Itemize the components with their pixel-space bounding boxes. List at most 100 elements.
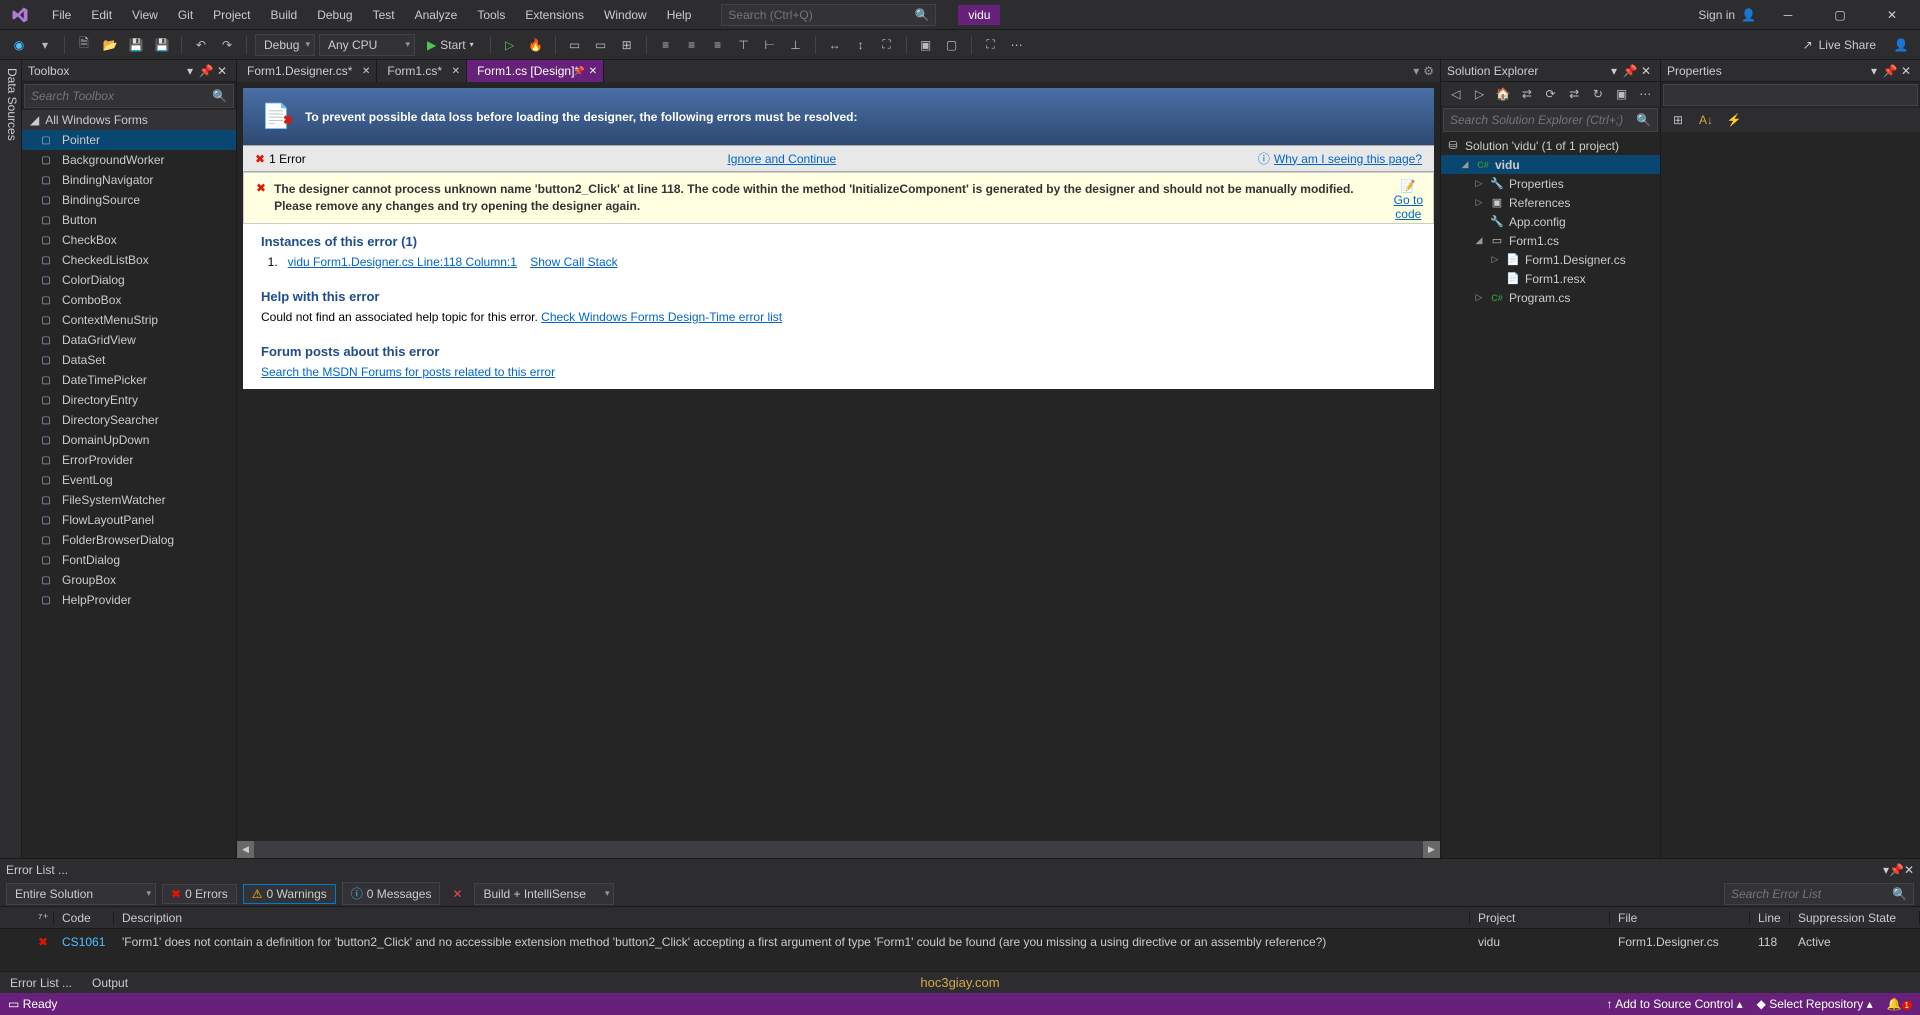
toolbox-item[interactable]: ▢Button — [22, 210, 236, 230]
toolbox-item[interactable]: ▢DataGridView — [22, 330, 236, 350]
repo-button[interactable]: ◆ Select Repository ▴ — [1757, 997, 1873, 1011]
events-icon[interactable]: ⚡ — [1723, 109, 1745, 131]
panel-close-icon[interactable]: ✕ — [1898, 64, 1914, 78]
categorized-icon[interactable]: ⊞ — [1667, 109, 1689, 131]
toolbox-item[interactable]: ▢DirectorySearcher — [22, 410, 236, 430]
scroll-left-icon[interactable]: ◀ — [237, 841, 254, 858]
menu-project[interactable]: Project — [203, 4, 260, 26]
horizontal-scrollbar[interactable]: ◀ ▶ — [237, 841, 1440, 858]
bring-front-icon[interactable]: ▣ — [915, 34, 937, 56]
hspace-icon[interactable]: ↔ — [824, 34, 846, 56]
liveshare-user-icon[interactable]: 👤 — [1890, 34, 1912, 56]
col-code[interactable]: Code — [54, 911, 114, 925]
toolbox-item[interactable]: ▢Pointer — [22, 130, 236, 150]
toolbox-item[interactable]: ▢HelpProvider — [22, 590, 236, 610]
goto-code-link[interactable]: 📝 Go tocode — [1394, 179, 1423, 221]
new-project-icon[interactable]: 🗎 — [73, 34, 95, 56]
toolbox-item[interactable]: ▢FlowLayoutPanel — [22, 510, 236, 530]
undo-icon[interactable]: ↶ — [190, 34, 212, 56]
tree-project-node[interactable]: ◢C#vidu — [1441, 155, 1660, 174]
instance-link[interactable]: vidu Form1.Designer.cs Line:118 Column:1 — [288, 255, 517, 269]
forum-link[interactable]: Search the MSDN Forums for posts related… — [261, 365, 555, 379]
tree-item[interactable]: 🔧App.config — [1441, 212, 1660, 231]
layout-icon-3[interactable]: ⊞ — [616, 34, 638, 56]
build-intellisense-combo[interactable]: Build + IntelliSense — [474, 883, 614, 905]
panel-dropdown-icon[interactable]: ▾ — [182, 64, 198, 78]
toolbox-item[interactable]: ▢ComboBox — [22, 290, 236, 310]
layout-icon-2[interactable]: ▭ — [590, 34, 612, 56]
start-button[interactable]: ▶ Start ▾ — [419, 34, 482, 56]
menu-help[interactable]: Help — [657, 4, 702, 26]
toolbox-item[interactable]: ▢DateTimePicker — [22, 370, 236, 390]
toolbox-item[interactable]: ▢DomainUpDown — [22, 430, 236, 450]
scroll-right-icon[interactable]: ▶ — [1423, 841, 1440, 858]
pin-icon[interactable]: 📌 — [1889, 863, 1904, 877]
errors-filter[interactable]: ✖0 Errors — [162, 884, 237, 904]
tab-output[interactable]: Output — [82, 974, 138, 992]
col-description[interactable]: Description — [114, 911, 1470, 925]
error-code[interactable]: CS1061 — [54, 933, 114, 951]
menu-window[interactable]: Window — [594, 4, 657, 26]
menu-build[interactable]: Build — [261, 4, 308, 26]
why-link[interactable]: Why am I seeing this page? — [1274, 152, 1422, 166]
nav-back-icon[interactable]: ◉ — [8, 34, 30, 56]
align-bot-icon[interactable]: ⊥ — [785, 34, 807, 56]
panel-close-icon[interactable]: ✕ — [1904, 863, 1914, 877]
switch-icon[interactable]: ⇄ — [1518, 83, 1536, 105]
error-row[interactable]: ✖ CS1061 'Form1' does not contain a defi… — [0, 929, 1920, 955]
toolbox-item[interactable]: ▢EventLog — [22, 470, 236, 490]
toolbox-item[interactable]: ▢CheckedListBox — [22, 250, 236, 270]
col-line[interactable]: Line — [1750, 911, 1790, 925]
menu-test[interactable]: Test — [363, 4, 405, 26]
nav-fwd-icon[interactable]: ▾ — [34, 34, 56, 56]
tab-errorlist[interactable]: Error List ... — [0, 974, 82, 992]
back-icon[interactable]: ◁ — [1447, 83, 1465, 105]
pin-icon[interactable]: 📌 — [1882, 64, 1898, 78]
notifications-icon[interactable]: 🔔1 — [1887, 997, 1912, 1011]
properties-object-combo[interactable] — [1663, 84, 1918, 106]
toolbox-item[interactable]: ▢FolderBrowserDialog — [22, 530, 236, 550]
toolbox-search-input[interactable] — [31, 89, 212, 103]
tree-item[interactable]: ▷🔧Properties — [1441, 174, 1660, 193]
toolbox-category[interactable]: ◢All Windows Forms — [22, 110, 236, 130]
close-button[interactable]: ✕ — [1872, 1, 1912, 29]
toolbox-item[interactable]: ▢FileSystemWatcher — [22, 490, 236, 510]
callstack-link[interactable]: Show Call Stack — [530, 255, 617, 269]
layout-icon-1[interactable]: ▭ — [564, 34, 586, 56]
save-all-icon[interactable]: 💾 — [151, 34, 173, 56]
panel-close-icon[interactable]: ✕ — [214, 64, 230, 78]
save-icon[interactable]: 💾 — [125, 34, 147, 56]
warnings-filter[interactable]: ⚠0 Warnings — [243, 884, 336, 904]
tree-item[interactable]: ▷▣References — [1441, 193, 1660, 212]
tree-item[interactable]: ▷C#Program.cs — [1441, 288, 1660, 307]
tab-dropdown-icon[interactable]: ▾ — [1413, 64, 1419, 78]
menu-git[interactable]: Git — [168, 4, 203, 26]
help-link[interactable]: Check Windows Forms Design-Time error li… — [541, 310, 782, 324]
errorlist-search[interactable]: 🔍 — [1724, 883, 1914, 905]
toolbox-item[interactable]: ▢FontDialog — [22, 550, 236, 570]
panel-dropdown-icon[interactable]: ▾ — [1866, 64, 1882, 78]
quick-launch-search[interactable]: 🔍 — [721, 4, 936, 26]
menu-view[interactable]: View — [122, 4, 168, 26]
config-combo[interactable]: Debug — [255, 34, 315, 56]
search-input[interactable] — [728, 8, 914, 22]
pin-icon[interactable]: 📌 — [198, 64, 214, 78]
close-icon[interactable]: ✕ — [362, 66, 370, 77]
messages-filter[interactable]: ⓘ0 Messages — [342, 882, 441, 905]
tree-item[interactable]: ◢▭Form1.cs — [1441, 231, 1660, 250]
size-icon[interactable]: ⛶ — [876, 34, 898, 56]
signin-button[interactable]: Sign in 👤 — [1698, 8, 1756, 22]
menu-debug[interactable]: Debug — [307, 4, 362, 26]
vspace-icon[interactable]: ↕ — [850, 34, 872, 56]
alpha-icon[interactable]: A↓ — [1695, 109, 1717, 131]
toolbox-item[interactable]: ▢DirectoryEntry — [22, 390, 236, 410]
toolbox-item[interactable]: ▢BindingNavigator — [22, 170, 236, 190]
toolbox-item[interactable]: ▢BackgroundWorker — [22, 150, 236, 170]
toolbox-item[interactable]: ▢ErrorProvider — [22, 450, 236, 470]
tree-solution-node[interactable]: ⛁Solution 'vidu' (1 of 1 project) — [1441, 136, 1660, 155]
panel-close-icon[interactable]: ✕ — [1638, 64, 1654, 78]
start-wo-debug-icon[interactable]: ▷ — [499, 34, 521, 56]
menu-edit[interactable]: Edit — [81, 4, 122, 26]
toolbox-item[interactable]: ▢ContextMenuStrip — [22, 310, 236, 330]
send-back-icon[interactable]: ▢ — [941, 34, 963, 56]
